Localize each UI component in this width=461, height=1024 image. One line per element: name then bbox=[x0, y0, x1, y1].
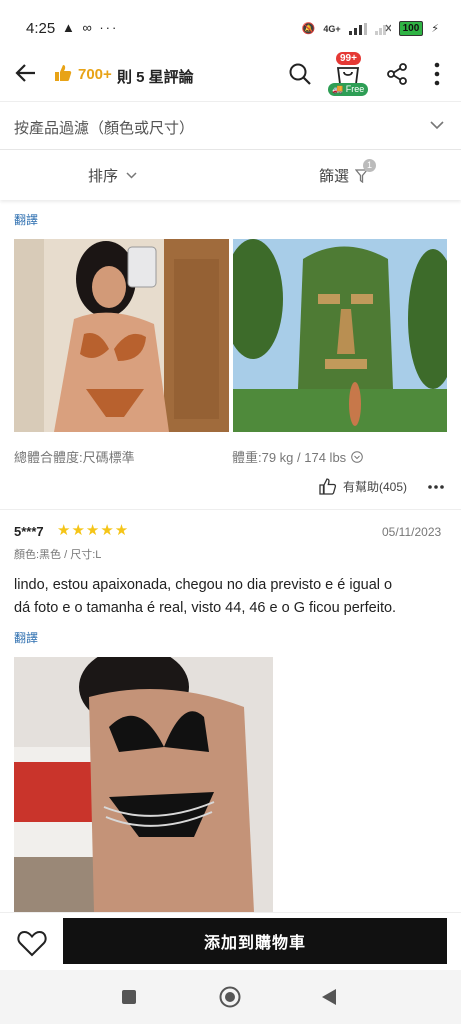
system-nav-bar bbox=[0, 970, 461, 1024]
reviewer-name: 5***7 bbox=[14, 524, 44, 539]
back-triangle-icon[interactable] bbox=[321, 988, 337, 1006]
free-shipping-badge: 🚚 Free bbox=[328, 83, 369, 96]
signal-off-icon bbox=[374, 24, 391, 35]
free-label: Free bbox=[345, 84, 365, 94]
network-label: 4G+ bbox=[323, 23, 341, 34]
review-body: lindo, estou apaixonada, chegou no dia p… bbox=[14, 574, 454, 620]
battery-icon: 100 bbox=[398, 21, 424, 36]
review-body-line-1: lindo, estou apaixonada, chegou no dia p… bbox=[14, 577, 393, 593]
review-date: 05/11/2023 bbox=[382, 525, 442, 539]
mute-icon: 🔕 bbox=[301, 23, 316, 35]
helpful-button[interactable]: 有幫助(405) bbox=[319, 478, 407, 495]
top-header: 700+ 則 5 星評論 99+ 🚚 Free bbox=[0, 44, 461, 102]
divider bbox=[0, 509, 461, 510]
search-icon[interactable] bbox=[288, 62, 312, 86]
review-body-line-2: dá foto e o tamanha é real, visto 44, 46… bbox=[14, 600, 397, 616]
status-right: 🔕 4G+ 100 ⚡ bbox=[302, 21, 439, 36]
recent-apps-icon[interactable] bbox=[121, 989, 137, 1005]
thumbs-up-outline-icon bbox=[319, 478, 337, 495]
cart-badge: 99+ bbox=[336, 52, 361, 65]
thumbs-up-icon bbox=[55, 65, 72, 81]
filter-placeholder: 按產品過濾（顏色或尺寸） bbox=[14, 120, 195, 137]
helpful-count: 有幫助(405) bbox=[343, 480, 408, 494]
fit-info: 總體合體度:尺碼標準 bbox=[14, 450, 135, 465]
sort-filter-bar: 排序 篩選 1 bbox=[0, 150, 461, 200]
home-icon[interactable] bbox=[219, 986, 241, 1008]
review-variant: 顏色:黑色 / 尺寸:L bbox=[14, 549, 102, 561]
rating-text: 則 5 星評論 bbox=[117, 69, 194, 86]
sort-label: 排序 bbox=[88, 168, 119, 185]
status-bar: 4:25 ▲ ∞ ··· 🔕 4G+ 100 ⚡ bbox=[0, 0, 461, 44]
translate-link-1[interactable]: 翻譯 bbox=[14, 211, 38, 228]
rating-count: 700+ bbox=[78, 66, 112, 83]
wishlist-heart-icon[interactable] bbox=[17, 930, 47, 957]
add-to-cart-button[interactable]: 添加到購物車 bbox=[63, 918, 447, 964]
more-vertical-icon[interactable] bbox=[433, 62, 441, 86]
review-photo-garden-statue[interactable] bbox=[233, 239, 447, 432]
more-horizontal-icon[interactable] bbox=[428, 485, 444, 489]
charging-icon: ⚡ bbox=[431, 23, 439, 35]
review-photo-black-swimsuit[interactable] bbox=[14, 657, 273, 912]
filter-button[interactable]: 篩選 1 bbox=[319, 159, 376, 186]
status-time: 4:25 bbox=[26, 20, 56, 37]
chevron-down-icon bbox=[430, 121, 444, 130]
translate-link-2[interactable]: 翻譯 bbox=[14, 629, 38, 646]
notification-icons: ▲ ∞ ··· bbox=[62, 20, 119, 35]
weight-info: 體重:79 kg / 174 lbs bbox=[232, 450, 347, 465]
filter-count-badge: 1 bbox=[363, 159, 376, 172]
review-photo-orange-swimsuit-mirror[interactable] bbox=[14, 239, 229, 432]
cart-button[interactable]: 99+ 🚚 Free bbox=[328, 52, 369, 100]
share-icon[interactable] bbox=[385, 62, 409, 86]
product-filter-dropdown[interactable]: 按產品過濾（顏色或尺寸） bbox=[0, 102, 461, 150]
expand-circle-icon bbox=[351, 450, 363, 463]
filter-label: 篩選 bbox=[319, 168, 350, 185]
signal-icon bbox=[348, 22, 367, 35]
sort-chevron-icon bbox=[126, 172, 137, 179]
weight-info-toggle[interactable]: 體重:79 kg / 174 lbs bbox=[232, 447, 363, 466]
star-rating: ★★★★★ bbox=[57, 522, 130, 539]
back-arrow-icon[interactable] bbox=[15, 63, 37, 83]
sort-button[interactable]: 排序 bbox=[88, 165, 137, 186]
